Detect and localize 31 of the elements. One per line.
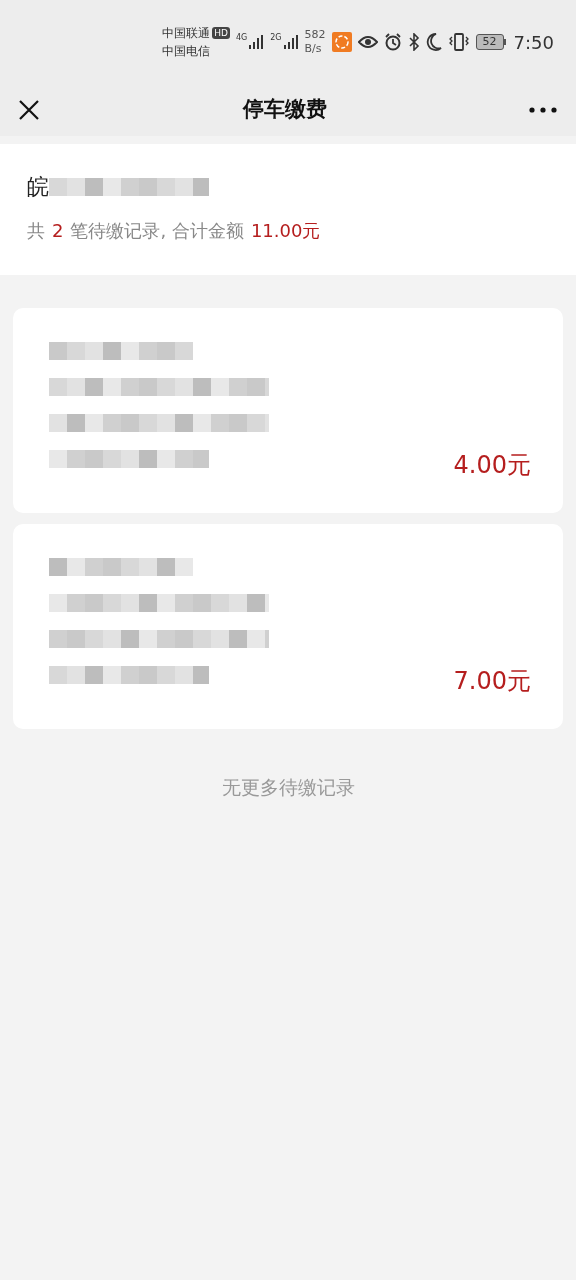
moon-icon bbox=[425, 33, 442, 51]
alarm-icon bbox=[383, 33, 402, 51]
record-card[interactable]: 4.00元 bbox=[13, 308, 563, 513]
network-type: 4G bbox=[236, 34, 248, 42]
hd-badge: HD bbox=[212, 27, 230, 39]
record-card[interactable]: 7.00元 bbox=[13, 524, 563, 729]
network-type: 2G bbox=[270, 34, 282, 42]
record-amount: 4.00元 bbox=[453, 450, 531, 481]
close-icon bbox=[18, 99, 40, 121]
carrier-name: 中国联通 bbox=[162, 25, 211, 42]
network-speed: 582 bbox=[304, 28, 326, 42]
speed-unit: B/s bbox=[304, 42, 323, 56]
no-more-records-text: 无更多待缴记录 bbox=[221, 775, 355, 800]
vibrate-icon bbox=[447, 33, 470, 51]
summary-text: 笔待缴记录, 合计金额 bbox=[70, 219, 244, 243]
battery-icon: 52 bbox=[475, 34, 506, 50]
signal-icon bbox=[282, 34, 299, 50]
app-notification-icon bbox=[331, 32, 352, 52]
page-title: 停车缴费 bbox=[243, 96, 327, 124]
record-amount: 7.00元 bbox=[453, 666, 531, 697]
eye-icon bbox=[357, 35, 378, 49]
clock-time: 7:50 bbox=[513, 30, 554, 55]
more-icon bbox=[529, 107, 557, 113]
carrier-name: 中国电信 bbox=[162, 43, 212, 60]
bluetooth-icon bbox=[407, 33, 420, 51]
summary-text: 共 bbox=[27, 219, 45, 243]
license-plate: 皖 bbox=[27, 173, 49, 201]
record-count: 2 bbox=[52, 219, 64, 243]
total-amount: 11.00元 bbox=[250, 219, 321, 243]
signal-icon bbox=[248, 34, 265, 50]
close-button[interactable] bbox=[18, 98, 42, 122]
